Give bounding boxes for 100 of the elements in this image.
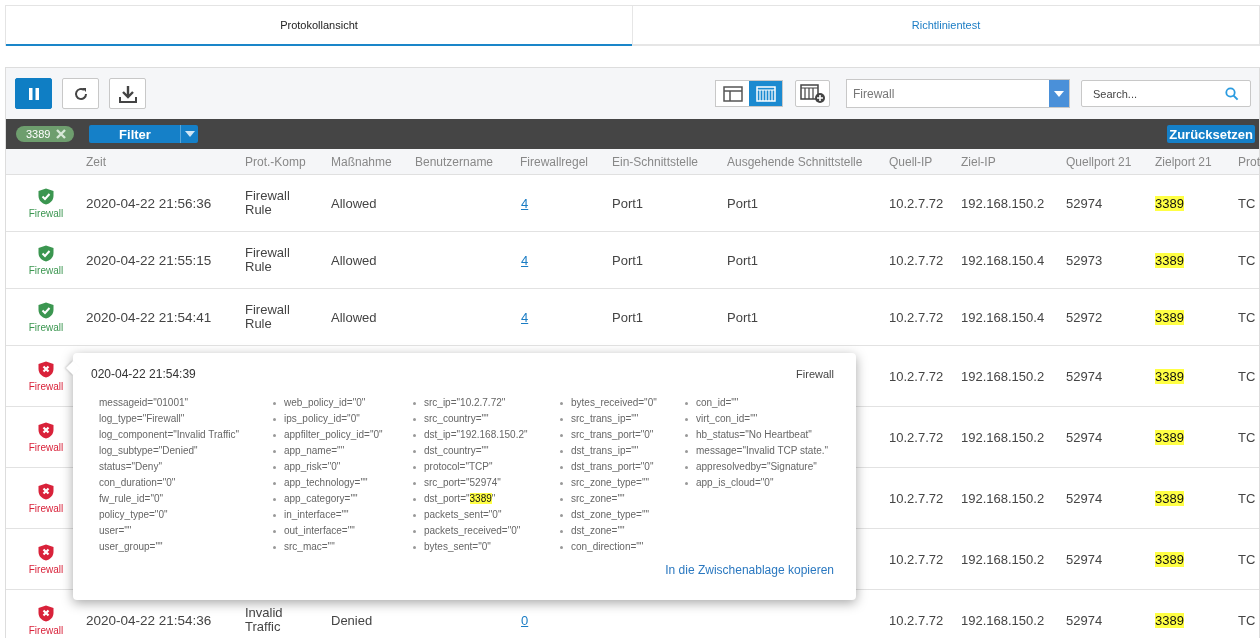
- column-header[interactable]: Benutzername: [415, 154, 520, 169]
- column-header[interactable]: Quell-IP: [889, 154, 961, 169]
- log-field: dst_trans_port="0": [559, 459, 684, 475]
- column-header[interactable]: Ausgehende Schnittstelle: [727, 154, 889, 169]
- download-icon: [117, 83, 138, 104]
- log-field: log_subtype="Denied": [99, 443, 272, 459]
- table-cell: 3389: [1155, 309, 1184, 325]
- pause-button[interactable]: [15, 78, 52, 109]
- log-field: policy_type="0": [99, 507, 272, 523]
- column-header[interactable]: Quellport 21: [1066, 154, 1155, 169]
- rule-link[interactable]: 4: [521, 195, 529, 211]
- table-cell: 3389: [1155, 368, 1184, 384]
- table-cell: Invalid Traffic: [245, 605, 283, 634]
- log-field: in_interface="": [272, 507, 412, 523]
- rule-link[interactable]: 4: [521, 309, 529, 325]
- filter-chip[interactable]: 3389: [16, 126, 75, 142]
- log-field: dst_ip="192.168.150.2": [412, 427, 559, 443]
- table-cell: TC: [1238, 612, 1256, 628]
- log-field: bytes_received="0": [559, 395, 684, 411]
- table-cell: 2020-04-22 21:54:36: [86, 612, 212, 628]
- column-header[interactable]: Prot: [1238, 154, 1260, 169]
- table-cell: 52974: [1066, 490, 1103, 506]
- log-field: status="Deny": [99, 459, 272, 475]
- filter-menu-button[interactable]: [180, 125, 199, 143]
- table-cell: 10.2.7.72: [889, 252, 944, 268]
- table-cell: 10.2.7.72: [889, 612, 944, 628]
- table-cell: TC: [1238, 309, 1256, 325]
- log-field: dst_trans_ip="": [559, 443, 684, 459]
- log-field: virt_con_id="": [684, 411, 829, 427]
- table-cell: 52974: [1066, 368, 1103, 384]
- source-label: Firewall: [28, 207, 64, 219]
- source-label: Firewall: [28, 563, 64, 575]
- log-field: src_port="52974": [412, 475, 559, 491]
- log-field: protocol="TCP": [412, 459, 559, 475]
- table-cell: Port1: [727, 252, 759, 268]
- column-header[interactable]: Ein-Schnittstelle: [612, 154, 727, 169]
- table-cell: Allowed: [331, 195, 377, 211]
- table-cell: 192.168.150.4: [961, 252, 1045, 268]
- log-time: 020-04-22 21:54:39: [91, 367, 196, 381]
- table-cell: 2020-04-22 21:56:36: [86, 195, 212, 211]
- rule-link[interactable]: 0: [521, 612, 529, 628]
- add-column-button[interactable]: [795, 80, 830, 107]
- log-field: log_type="Firewall": [99, 411, 272, 427]
- column-header[interactable]: Maßnahme: [331, 154, 415, 169]
- log-field: dst_zone="": [559, 523, 684, 539]
- log-field: packets_received="0": [412, 523, 559, 539]
- source-label: Firewall: [28, 321, 64, 333]
- column-header[interactable]: Zielport 21: [1155, 154, 1238, 169]
- log-field: src_trans_ip="": [559, 411, 684, 427]
- table-cell: 52974: [1066, 429, 1103, 445]
- refresh-button[interactable]: [62, 78, 99, 109]
- log-field: con_direction="": [559, 539, 684, 555]
- tab[interactable]: Richtlinientest: [632, 6, 1259, 46]
- log-field: fw_rule_id="0": [99, 491, 272, 507]
- log-field: hb_status="No Heartbeat": [684, 427, 829, 443]
- log-field: src_zone="": [559, 491, 684, 507]
- log-field: web_policy_id="0": [272, 395, 412, 411]
- table-cell: 10.2.7.72: [889, 429, 944, 445]
- table-cell: 192.168.150.4: [961, 309, 1045, 325]
- log-field: src_ip="10.2.7.72": [412, 395, 559, 411]
- table-cell: 3389: [1155, 490, 1184, 506]
- log-type-dropdown[interactable]: Firewall: [846, 79, 1070, 108]
- refresh-icon: [72, 85, 89, 102]
- download-button[interactable]: [109, 78, 146, 109]
- column-view-button[interactable]: [749, 81, 782, 106]
- table-cell: 192.168.150.2: [961, 195, 1045, 211]
- source-label: Firewall: [28, 380, 64, 392]
- table-cell: 10.2.7.72: [889, 309, 944, 325]
- search-field[interactable]: Search...: [1081, 80, 1251, 107]
- reset-button[interactable]: Zurücksetzen: [1167, 125, 1255, 143]
- table-cell: Port1: [612, 195, 644, 211]
- log-field: user_group="": [99, 539, 272, 555]
- table-cell: 3389: [1155, 195, 1184, 211]
- filter-button[interactable]: Filter: [89, 125, 181, 143]
- table-cell: 2020-04-22 21:55:15: [86, 252, 212, 268]
- pause-icon: [27, 86, 40, 101]
- table-cell: TC: [1238, 551, 1256, 567]
- table-cell: Denied: [331, 612, 373, 628]
- table-cell: 3389: [1155, 252, 1184, 268]
- log-field: app_name="": [272, 443, 412, 459]
- caret-icon: [1054, 90, 1064, 97]
- table-cell: Port1: [612, 252, 644, 268]
- column-header[interactable]: Prot.-Komp: [245, 154, 331, 169]
- log-field: app_technology="": [272, 475, 412, 491]
- table-cell: 192.168.150.2: [961, 612, 1045, 628]
- table-cell: 192.168.150.2: [961, 551, 1045, 567]
- source-label: Firewall: [28, 624, 64, 636]
- table-cell: 52973: [1066, 252, 1103, 268]
- caret-icon: [185, 131, 195, 137]
- table-cell: 192.168.150.2: [961, 429, 1045, 445]
- source-label: Firewall: [28, 264, 64, 276]
- column-header[interactable]: Zeit: [86, 154, 245, 169]
- column-header[interactable]: Firewallregel: [520, 154, 612, 169]
- rule-link[interactable]: 4: [521, 252, 529, 268]
- source-label: Firewall: [28, 502, 64, 514]
- table-cell: 10.2.7.72: [889, 368, 944, 384]
- log-field: appresolvedby="Signature": [684, 459, 829, 475]
- copy-to-clipboard-link[interactable]: In die Zwischenablage kopieren: [665, 563, 834, 577]
- table-cell: 2020-04-22 21:54:41: [86, 309, 212, 325]
- column-header[interactable]: Ziel-IP: [961, 154, 1066, 169]
